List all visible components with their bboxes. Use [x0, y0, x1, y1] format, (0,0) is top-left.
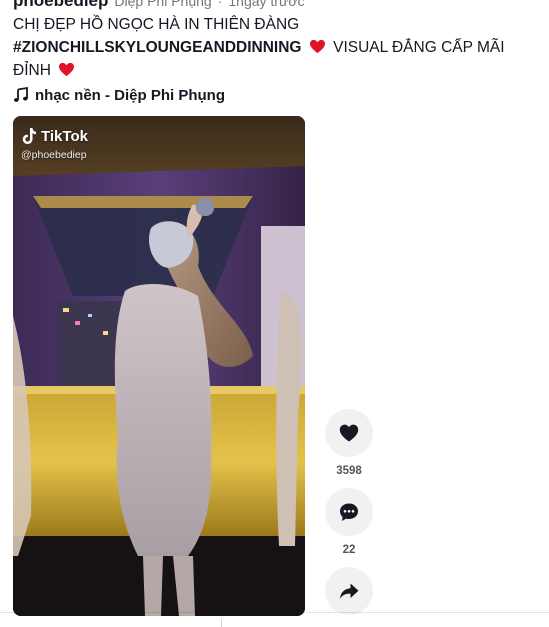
- share-arrow-icon: [340, 583, 359, 599]
- music-link[interactable]: nhạc nền - Diệp Phi Phụng: [13, 84, 225, 106]
- share-button[interactable]: [325, 567, 373, 615]
- comment-bubble-icon: [340, 503, 358, 521]
- caption-text-line1: CHỊ ĐẸP HỒ NGỌC HÀ IN THIÊN ĐÀNG: [13, 16, 300, 33]
- tiktok-logo-icon: [22, 128, 36, 144]
- post-time: 1ngày trước: [228, 0, 305, 9]
- tiktok-brand-label: TikTok: [41, 127, 88, 145]
- video-frame: [13, 116, 305, 616]
- comment-button[interactable]: [325, 488, 373, 536]
- comment-count: 22: [342, 544, 356, 556]
- tiktok-watermark: TikTok: [21, 127, 88, 145]
- video-watermark-handle: @phoebediep: [21, 149, 87, 161]
- red-heart-emoji-icon: [59, 62, 75, 77]
- author-nickname[interactable]: Diệp Phi Phụng: [114, 0, 211, 9]
- post-divider: [0, 612, 549, 613]
- share-action: [325, 567, 373, 623]
- author-username[interactable]: phoebediep: [13, 0, 108, 11]
- divider-tick: [221, 619, 222, 627]
- caption-text-mid: VISUAL ĐẲNG CẤP MÃI: [333, 39, 505, 56]
- heart-icon: [339, 424, 359, 442]
- post-caption: CHỊ ĐẸP HỒ NGỌC HÀ IN THIÊN ĐÀNG #ZIONCH…: [13, 13, 533, 82]
- like-count: 3598: [336, 465, 362, 477]
- hashtag-link[interactable]: #ZIONCHILLSKYLOUNGEANDDINNING: [13, 39, 301, 56]
- red-heart-emoji-icon: [309, 39, 325, 54]
- music-title: nhạc nền - Diệp Phi Phụng: [35, 86, 226, 104]
- like-action: 3598: [325, 409, 373, 477]
- like-button[interactable]: [325, 409, 373, 457]
- author-row: phoebediep Diệp Phi Phụng · 1ngày trước: [13, 0, 305, 11]
- music-note-icon: [14, 87, 28, 102]
- video-player[interactable]: TikTok @phoebediep: [13, 116, 305, 616]
- author-separator: ·: [217, 0, 223, 9]
- comment-action: 22: [325, 488, 373, 556]
- video-post: phoebediep Diệp Phi Phụng · 1ngày trước …: [0, 0, 549, 627]
- caption-text-end: ĐỈNH: [13, 62, 51, 79]
